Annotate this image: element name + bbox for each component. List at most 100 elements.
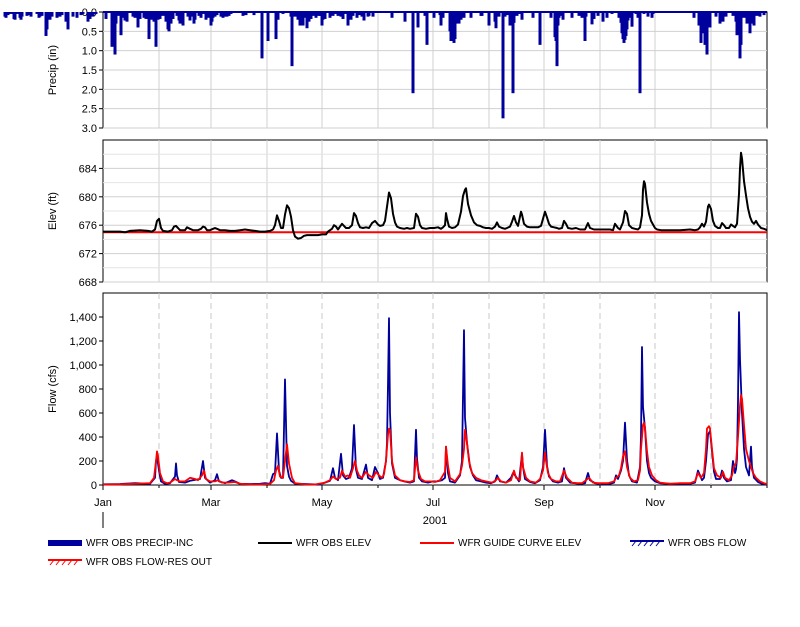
precip-bar [739,12,743,45]
precip-bar [411,12,415,94]
precip-bar [459,12,463,20]
legend: WFR OBS PRECIP-INC WFR OBS ELEV WFR GUID… [0,532,800,582]
flow-ytick-label: 600 [79,408,97,420]
precip-bar [45,12,49,30]
precip-bar [718,12,722,24]
legend-item-guide: WFR GUIDE CURVE ELEV [420,536,581,550]
flow-ytick-label: 800 [79,384,97,396]
legend-swatch-guide [420,542,454,544]
precip-ytick-label: 1.0 [82,46,97,58]
precip-ytick-label: 2.0 [82,84,97,96]
precip-bar [752,12,756,26]
precip-bar [110,12,114,47]
precip-bar [494,12,498,29]
legend-swatch-precip [48,540,82,546]
precip-ytick-label: 0.5 [82,26,97,38]
x-tick-label: Mar [202,497,221,509]
precip-bar [171,12,175,19]
precip-bar [13,12,17,20]
precip-bar [323,12,327,19]
x-tick-label: Sep [534,497,554,509]
elev-ytick-label: 676 [79,220,97,232]
precip-ytick-label: 3.0 [82,123,97,135]
flow-panel: 0 200 400 600 800 1,000 1,200 1,400 Flow (cfs) [47,292,768,492]
precip-bar [511,12,515,94]
precip-bar [512,12,516,23]
precip-bar [630,12,634,27]
precip-bar [55,12,59,18]
precip-bar [538,12,542,45]
precip-ylabel: Precip (in) [47,45,59,95]
precip-bar [362,12,366,21]
legend-label-resout: WFR OBS FLOW-RES OUT [86,556,212,568]
flow-ytick-label: 1,000 [69,360,97,372]
precip-bar [25,12,29,16]
precip-bar [144,12,148,19]
elev-ytick-label: 684 [79,163,97,175]
precip-bar [601,12,605,22]
precip-bar [75,12,79,18]
precip-bar [592,12,596,19]
precip-bar [138,12,142,19]
precip-bar [60,12,64,16]
flow-ytick-label: 200 [79,456,97,468]
legend-label-precip: WFR OBS PRECIP-INC [86,537,194,549]
x-tick-label: Jan [94,497,112,509]
precip-bar [501,12,505,119]
precip-panel: 0.00.51.01.52.02.53.0Precip (in) [3,7,768,135]
precip-bar [403,12,407,22]
precip-bar [508,12,512,26]
precip-bar [721,12,725,22]
legend-item-elev: WFR OBS ELEV [258,536,371,550]
legend-item-flow: WFR OBS FLOW [630,536,746,550]
hydrograph-chart: 0.00.51.01.52.02.53.0Precip (in) 6686726… [3,7,768,528]
legend-swatch-resout [48,559,82,566]
flow-ylabel: Flow (cfs) [47,365,59,413]
precip-bar [29,12,33,17]
precip-bar [125,12,129,22]
precip-bar [81,12,85,14]
flow-ytick-label: 400 [79,432,97,444]
legend-item-resout: WFR OBS FLOW-RES OUT [48,555,212,569]
precip-bar [193,12,197,20]
precip-bar [104,12,108,19]
precip-ytick-label: 2.5 [82,104,97,116]
flow-ytick-label: 1,400 [69,312,97,324]
precip-bar [158,12,162,19]
elev-ytick-label: 672 [79,249,97,261]
legend-label-guide: WFR GUIDE CURVE ELEV [458,537,582,549]
precip-bar [425,12,429,45]
x-tick-label: May [312,497,333,509]
elev-ytick-label: 668 [79,277,97,289]
precip-bar [20,12,24,17]
precip-bar [260,12,264,59]
precip-bar [91,12,95,17]
flow-ytick-label: 0 [91,480,97,492]
precip-bar [266,12,270,41]
precip-bar [346,12,350,26]
legend-swatch-flow [630,540,664,547]
precip-bar [66,12,70,30]
x-tick-label: Nov [645,497,665,509]
elev-panel: 668 672 676 680 684 Elev (ft) [47,139,768,289]
flow-ytick-label: 1,200 [69,336,97,348]
precip-bar [290,12,294,67]
precip-bar [114,12,118,24]
precip-bar [276,12,280,20]
elev-ytick-label: 680 [79,192,97,204]
elev-ylabel: Elev (ft) [47,192,59,230]
precip-bar [487,12,491,26]
precip-bar [520,12,524,20]
precip-ytick-label: 1.5 [82,65,97,77]
precip-bar [9,12,13,14]
legend-swatch-elev [258,542,292,544]
precip-bar [708,12,712,28]
flow-plot-frame [102,292,768,486]
precip-bar [181,12,185,26]
x-year-label: 2001 [423,515,447,527]
precip-bar [561,12,565,20]
precip-bar [50,12,54,17]
precip-bar [40,12,44,16]
legend-label-flow: WFR OBS FLOW [668,537,747,549]
x-axis: Jan Mar May Jul Sep Nov 2001 [94,485,768,528]
